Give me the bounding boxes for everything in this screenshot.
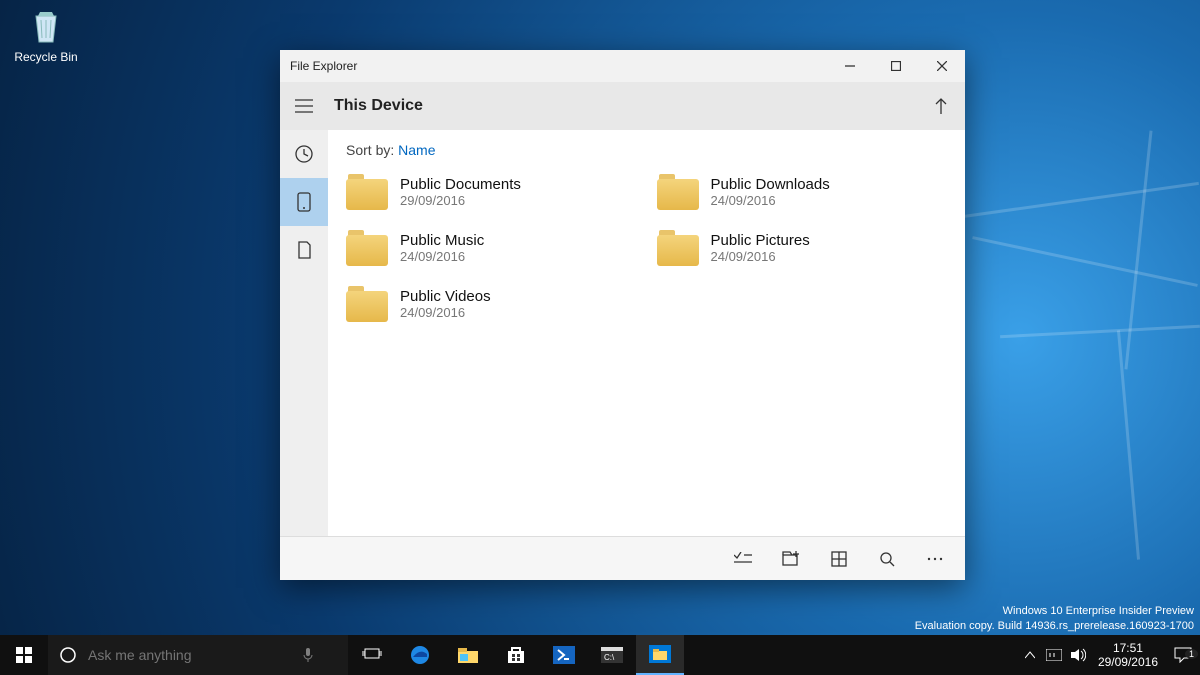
task-view-button[interactable] — [348, 635, 396, 675]
search-box[interactable] — [48, 635, 348, 675]
cortana-icon — [48, 646, 88, 664]
folder-item[interactable]: Public Pictures24/09/2016 — [657, 230, 948, 266]
device-icon — [297, 192, 311, 212]
folder-icon — [346, 174, 388, 210]
start-button[interactable] — [0, 635, 48, 675]
checklist-icon — [734, 552, 752, 566]
recycle-bin[interactable]: Recycle Bin — [8, 6, 84, 64]
recycle-bin-icon — [26, 6, 66, 46]
search-input[interactable] — [88, 647, 288, 663]
more-button[interactable] — [911, 537, 959, 581]
tray-input-icon[interactable] — [1042, 649, 1066, 661]
nav-rail — [280, 130, 328, 536]
titlebar[interactable]: File Explorer — [280, 50, 965, 82]
watermark: Windows 10 Enterprise Insider Preview Ev… — [915, 604, 1194, 633]
taskbar-app-store[interactable] — [492, 635, 540, 675]
svg-text:C:\: C:\ — [604, 653, 615, 662]
file-explorer-window: File Explorer This Device — [280, 50, 965, 580]
taskbar-app-edge[interactable] — [396, 635, 444, 675]
nav-removable[interactable] — [280, 226, 328, 274]
folder-item[interactable]: Public Music24/09/2016 — [346, 230, 637, 266]
taskbar-app-powershell[interactable] — [540, 635, 588, 675]
new-folder-button[interactable] — [767, 537, 815, 581]
maximize-button[interactable] — [873, 50, 919, 82]
folder-icon — [346, 230, 388, 266]
taskbar: C:\ 17:51 29/09/2016 1 — [0, 635, 1200, 675]
folder-icon — [457, 646, 479, 664]
task-view-icon — [362, 648, 382, 662]
cmd-icon: C:\ — [601, 647, 623, 663]
content-area: Sort by: Name Public Documents29/09/2016… — [328, 130, 965, 536]
taskbar-app-file-explorer-uwp[interactable] — [636, 635, 684, 675]
nav-this-device[interactable] — [280, 178, 328, 226]
edge-icon — [409, 644, 431, 666]
taskbar-app-explorer[interactable] — [444, 635, 492, 675]
windows-icon — [16, 647, 32, 663]
more-icon — [927, 556, 943, 562]
search-button[interactable] — [863, 537, 911, 581]
desktop: Recycle Bin Windows 10 Enterprise Inside… — [0, 0, 1200, 675]
window-title: File Explorer — [280, 59, 357, 73]
explorer-app-icon — [649, 645, 671, 663]
clock-icon — [295, 145, 313, 163]
taskbar-clock[interactable]: 17:51 29/09/2016 — [1090, 641, 1166, 670]
location-title: This Device — [328, 97, 423, 115]
header: This Device — [280, 82, 965, 130]
command-bar — [280, 536, 965, 580]
powershell-icon — [553, 646, 575, 664]
sd-card-icon — [297, 241, 311, 259]
sort-by-link[interactable]: Name — [398, 142, 435, 158]
recycle-bin-label: Recycle Bin — [8, 50, 84, 64]
sort-bar: Sort by: Name — [346, 142, 947, 158]
taskbar-app-cmd[interactable]: C:\ — [588, 635, 636, 675]
folder-item[interactable]: Public Videos24/09/2016 — [346, 286, 637, 322]
folder-item[interactable]: Public Documents29/09/2016 — [346, 174, 637, 210]
folder-icon — [657, 230, 699, 266]
search-icon — [879, 551, 895, 567]
folder-icon — [657, 174, 699, 210]
new-folder-icon — [782, 551, 800, 567]
store-icon — [506, 645, 526, 665]
view-button[interactable] — [815, 537, 863, 581]
system-tray: 17:51 29/09/2016 1 — [1018, 635, 1200, 675]
tray-volume-icon[interactable] — [1066, 648, 1090, 662]
mic-icon[interactable] — [288, 647, 328, 663]
folder-item[interactable]: Public Downloads24/09/2016 — [657, 174, 948, 210]
select-button[interactable] — [719, 537, 767, 581]
tray-chevron[interactable] — [1018, 651, 1042, 659]
up-button[interactable] — [917, 97, 965, 115]
nav-recent[interactable] — [280, 130, 328, 178]
folder-grid: Public Documents29/09/2016 Public Downlo… — [346, 174, 947, 322]
folder-icon — [346, 286, 388, 322]
close-button[interactable] — [919, 50, 965, 82]
action-center-button[interactable]: 1 — [1166, 647, 1200, 663]
minimize-button[interactable] — [827, 50, 873, 82]
hamburger-button[interactable] — [280, 99, 328, 113]
grid-icon — [831, 551, 847, 567]
